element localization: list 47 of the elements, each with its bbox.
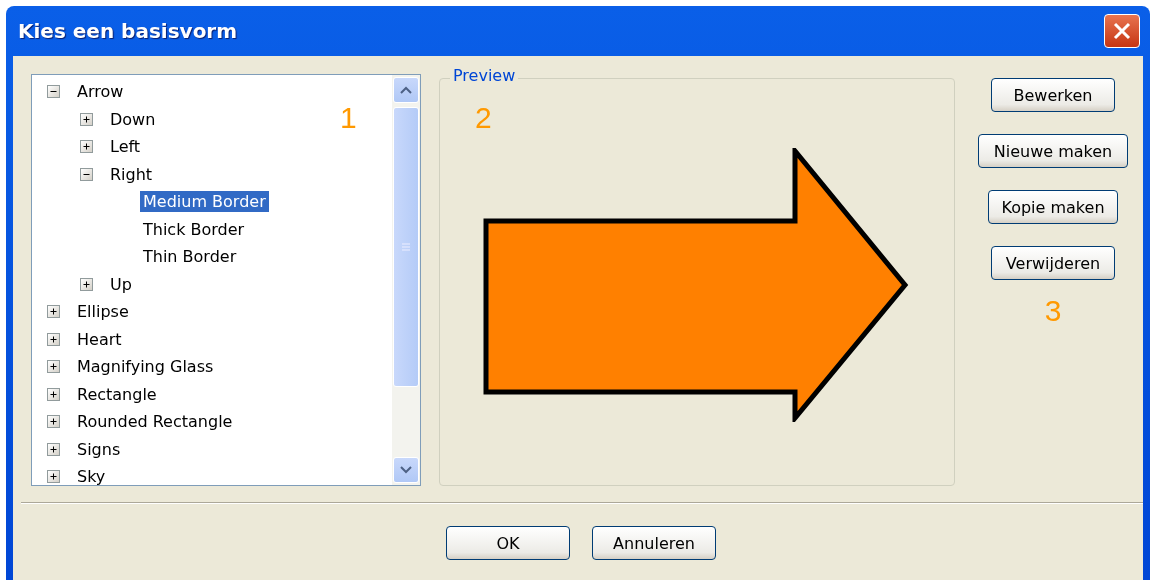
action-button[interactable]: Bewerken <box>991 78 1115 112</box>
expand-icon[interactable] <box>47 442 60 456</box>
tree-item[interactable]: Left <box>107 136 144 158</box>
expand-icon[interactable] <box>47 360 60 374</box>
chevron-down-icon <box>400 466 412 474</box>
tree-item[interactable]: Down <box>107 108 159 130</box>
expand-icon[interactable] <box>47 332 60 346</box>
expand-icon[interactable] <box>47 470 60 484</box>
action-button[interactable]: Kopie maken <box>988 190 1118 224</box>
chevron-up-icon <box>400 86 412 94</box>
tree-item[interactable]: Rectangle <box>74 383 160 405</box>
tree-item[interactable]: Thick Border <box>140 218 248 240</box>
scroll-up-button[interactable] <box>393 77 419 103</box>
tree-item[interactable]: Up <box>107 273 135 295</box>
expand-icon[interactable] <box>47 305 60 319</box>
tree-item[interactable]: Sky <box>74 466 109 485</box>
tree-item[interactable]: Arrow <box>74 81 127 103</box>
tree-item[interactable]: Right <box>107 163 156 185</box>
tree-item[interactable]: Rounded Rectangle <box>74 411 236 433</box>
action-button[interactable]: Verwijderen <box>991 246 1115 280</box>
expand-icon[interactable] <box>80 140 93 154</box>
expand-icon[interactable] <box>80 277 93 291</box>
window-title: Kies een basisvorm <box>18 19 238 43</box>
close-button[interactable] <box>1104 14 1140 48</box>
annotation-number: 1 <box>340 101 357 135</box>
scroll-down-button[interactable] <box>393 457 419 483</box>
collapse-icon[interactable] <box>80 167 93 181</box>
action-button[interactable]: Nieuwe maken <box>978 134 1128 168</box>
close-icon <box>1112 21 1132 41</box>
tree-item[interactable]: Ellipse <box>74 301 132 323</box>
collapse-icon[interactable] <box>47 85 60 99</box>
scrollbar[interactable] <box>392 75 420 485</box>
tree-item[interactable]: Magnifying Glass <box>74 356 217 378</box>
tree-item[interactable]: Signs <box>74 438 124 460</box>
annotation-number: 3 <box>1044 294 1062 328</box>
tree-item[interactable]: Medium Border <box>140 191 269 213</box>
expand-icon[interactable] <box>47 415 60 429</box>
tree-item[interactable]: Heart <box>74 328 125 350</box>
dialog-button[interactable]: OK <box>446 526 570 560</box>
grip-icon <box>401 242 411 252</box>
dialog-button[interactable]: Annuleren <box>592 526 716 560</box>
expand-icon[interactable] <box>80 112 93 126</box>
tree-item[interactable]: Thin Border <box>140 246 240 268</box>
arrow-shape-icon <box>483 148 911 422</box>
expand-icon[interactable] <box>47 387 60 401</box>
annotation-number: 2 <box>475 101 492 135</box>
scroll-thumb[interactable] <box>393 107 419 387</box>
